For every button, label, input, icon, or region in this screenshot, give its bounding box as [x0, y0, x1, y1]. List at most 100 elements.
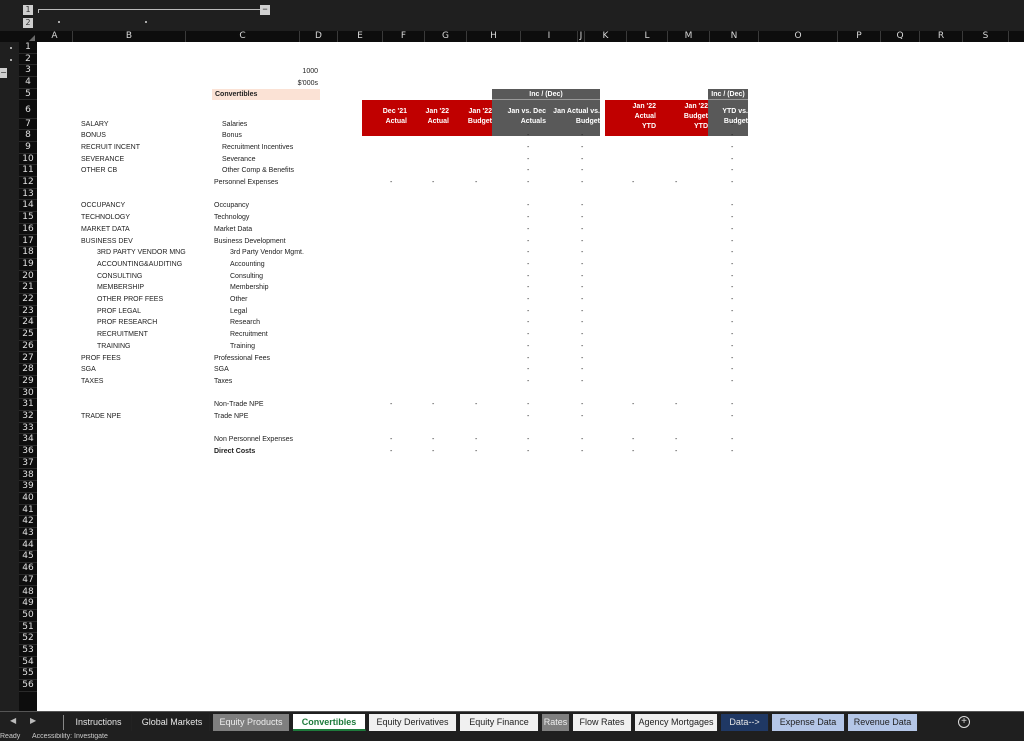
value-cell-h[interactable]: -	[527, 294, 529, 306]
row-header-28[interactable]: 28	[19, 364, 37, 376]
row-header-31[interactable]: 31	[19, 399, 37, 411]
value-cell-i[interactable]: -	[581, 259, 583, 271]
row-header-48[interactable]: 48	[19, 587, 37, 599]
value-cell-m[interactable]: -	[731, 247, 733, 259]
row-header-29[interactable]: 29	[19, 376, 37, 388]
line-item-label-cell[interactable]: Non Personnel Expenses	[214, 434, 293, 446]
value-cell-h[interactable]: -	[527, 329, 529, 341]
gl-code-cell[interactable]: RECRUITMENT	[97, 329, 148, 341]
line-item-label-cell[interactable]: Recruitment Incentives	[222, 142, 293, 154]
row-header-33[interactable]: 33	[19, 423, 37, 435]
row-header-50[interactable]: 50	[19, 610, 37, 622]
value-cell-h[interactable]: -	[527, 154, 529, 166]
value-cell-l[interactable]: -	[675, 446, 677, 458]
gl-code-cell[interactable]: SALARY	[81, 119, 109, 131]
row-header-53[interactable]: 53	[19, 645, 37, 657]
sheet-tab-flow-rates[interactable]: Flow Rates	[573, 714, 632, 731]
row-header-44[interactable]: 44	[19, 540, 37, 552]
row-header-26[interactable]: 26	[19, 341, 37, 353]
sheet-tab-revenue-data[interactable]: Revenue Data	[848, 714, 918, 731]
gl-code-cell[interactable]: PROF FEES	[81, 353, 121, 365]
gl-code-cell[interactable]: SEVERANCE	[81, 154, 124, 166]
line-item-label-cell[interactable]: Salaries	[222, 119, 247, 131]
row-header-19[interactable]: 19	[19, 259, 37, 271]
line-item-label-cell[interactable]: Other	[230, 294, 248, 306]
value-cell-e[interactable]: -	[390, 434, 392, 446]
value-cell-g[interactable]: -	[475, 434, 477, 446]
row-header-51[interactable]: 51	[19, 622, 37, 634]
value-cell-m[interactable]: -	[731, 306, 733, 318]
value-cell-f[interactable]: -	[432, 399, 434, 411]
column-header-f[interactable]: F	[383, 31, 425, 42]
gl-code-cell[interactable]: CONSULTING	[97, 271, 142, 283]
column-header-j[interactable]: J	[578, 31, 585, 42]
value-cell-l[interactable]: -	[675, 434, 677, 446]
row-header-11[interactable]: 11	[19, 165, 37, 177]
value-cell-i[interactable]: -	[581, 317, 583, 329]
row-header-43[interactable]: 43	[19, 528, 37, 540]
row-header-32[interactable]: 32	[19, 411, 37, 423]
row-header-20[interactable]: 20	[19, 271, 37, 283]
value-cell-i[interactable]: -	[581, 411, 583, 423]
worksheet-grid[interactable]: 1000 $'000s Convertibles Inc / (Dec) Inc…	[37, 42, 1024, 711]
value-cell-h[interactable]: -	[527, 212, 529, 224]
row-header-10[interactable]: 10	[19, 154, 37, 166]
row-header-16[interactable]: 16	[19, 224, 37, 236]
row-header-23[interactable]: 23	[19, 306, 37, 318]
value-cell-i[interactable]: -	[581, 353, 583, 365]
value-cell-h[interactable]: -	[527, 177, 529, 189]
gl-code-cell[interactable]: MEMBERSHIP	[97, 282, 144, 294]
value-cell-g[interactable]: -	[475, 446, 477, 458]
line-item-label-cell[interactable]: Market Data	[214, 224, 252, 236]
column-header-c[interactable]: C	[186, 31, 300, 42]
gl-code-cell[interactable]: BUSINESS DEV	[81, 236, 133, 248]
value-cell-h[interactable]: -	[527, 411, 529, 423]
sheet-tab-equity-finance[interactable]: Equity Finance	[460, 714, 539, 731]
value-cell-i[interactable]: -	[581, 212, 583, 224]
sheet-tab-equity-products[interactable]: Equity Products	[213, 714, 290, 731]
value-cell-i[interactable]: -	[581, 142, 583, 154]
row-header-3[interactable]: 3	[19, 65, 37, 78]
value-cell-m[interactable]: -	[731, 294, 733, 306]
row-header-39[interactable]: 39	[19, 481, 37, 493]
line-item-label-cell[interactable]: Bonus	[222, 130, 242, 142]
value-cell-m[interactable]: -	[731, 329, 733, 341]
column-header-n[interactable]: N	[710, 31, 759, 42]
value-cell-i[interactable]: -	[581, 399, 583, 411]
row-header-8[interactable]: 8	[19, 130, 37, 142]
gl-code-cell[interactable]: 3RD PARTY VENDOR MNG	[97, 247, 186, 259]
value-cell-h[interactable]: -	[527, 282, 529, 294]
column-header-o[interactable]: O	[759, 31, 838, 42]
value-cell-h[interactable]: -	[527, 434, 529, 446]
value-cell-m[interactable]: -	[731, 446, 733, 458]
value-cell-m[interactable]: -	[731, 282, 733, 294]
row-header-41[interactable]: 41	[19, 505, 37, 517]
gl-code-cell[interactable]: PROF RESEARCH	[97, 317, 157, 329]
value-cell-e[interactable]: -	[390, 399, 392, 411]
row-header-6[interactable]: 6	[19, 101, 37, 119]
value-cell-h[interactable]: -	[527, 224, 529, 236]
line-item-label-cell[interactable]: Professional Fees	[214, 353, 270, 365]
value-cell-h[interactable]: -	[527, 399, 529, 411]
line-item-label-cell[interactable]: Training	[230, 341, 255, 353]
line-item-label-cell[interactable]: Research	[230, 317, 260, 329]
line-item-label-cell[interactable]: Business Development	[214, 236, 286, 248]
value-cell-h[interactable]: -	[527, 247, 529, 259]
value-cell-m[interactable]: -	[731, 271, 733, 283]
row-header-40[interactable]: 40	[19, 493, 37, 505]
column-header-m[interactable]: M	[668, 31, 710, 42]
value-cell-m[interactable]: -	[731, 236, 733, 248]
gl-code-cell[interactable]: ACCOUNTING&AUDITING	[97, 259, 182, 271]
value-cell-i[interactable]: -	[581, 294, 583, 306]
value-cell-i[interactable]: -	[581, 434, 583, 446]
value-cell-h[interactable]: -	[527, 142, 529, 154]
row-header-25[interactable]: 25	[19, 329, 37, 341]
value-cell-i[interactable]: -	[581, 236, 583, 248]
row-header-27[interactable]: 27	[19, 353, 37, 365]
line-item-label-cell[interactable]: Membership	[230, 282, 269, 294]
line-item-label-cell[interactable]: Taxes	[214, 376, 232, 388]
value-cell-m[interactable]: -	[731, 119, 733, 131]
value-cell-i[interactable]: -	[581, 119, 583, 131]
line-item-label-cell[interactable]: Accounting	[230, 259, 265, 271]
value-cell-g[interactable]: -	[475, 399, 477, 411]
